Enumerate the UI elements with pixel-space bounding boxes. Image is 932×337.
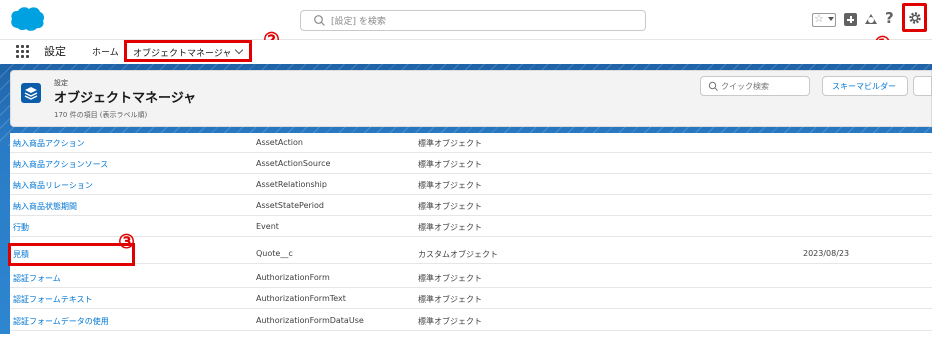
- annotation-step-3: ③: [118, 231, 136, 253]
- object-manager-icon: [21, 83, 41, 103]
- search-placeholder: [設定] を検索: [331, 17, 386, 27]
- app-navigation: 設定 ホーム オブジェクトマネージャ: [0, 40, 932, 64]
- quick-search-placeholder: クイック検索: [721, 82, 769, 91]
- api-name: AuthorizationForm: [256, 273, 330, 282]
- tab-object-manager[interactable]: オブジェクトマネージャ: [124, 40, 252, 62]
- object-type: 標準オブジェクト: [418, 181, 482, 190]
- quick-search-input[interactable]: クイック検索: [700, 76, 810, 96]
- api-name: Event: [256, 222, 279, 231]
- object-label-link[interactable]: 認証フォームデータの使用: [13, 316, 109, 327]
- table-row: 納入商品アクション AssetAction 標準オブジェクト: [10, 133, 932, 153]
- help-icon[interactable]: ?: [885, 9, 894, 27]
- table-row: 納入商品状態期間 AssetStatePeriod 標準オブジェクト: [10, 196, 932, 216]
- object-label-link[interactable]: 納入商品リレーション: [13, 180, 93, 191]
- search-icon: [708, 81, 718, 91]
- global-search-input[interactable]: [設定] を検索: [300, 10, 646, 31]
- create-menu-button[interactable]: [913, 76, 932, 96]
- api-name: AuthorizationFormDataUse: [256, 316, 364, 325]
- schema-builder-button[interactable]: スキーマビルダー: [822, 76, 908, 96]
- schema-builder-label: スキーマビルダー: [832, 82, 896, 91]
- app-launcher-icon[interactable]: [16, 45, 29, 58]
- favorites-button[interactable]: ☆: [812, 12, 836, 27]
- chevron-down-icon: [828, 17, 834, 21]
- object-type: 標準オブジェクト: [418, 160, 482, 169]
- table-row: 納入商品アクションソース AssetActionSource 標準オブジェクト: [10, 154, 932, 174]
- tab-object-manager-label: オブジェクトマネージャ: [133, 49, 232, 59]
- app-name: 設定: [44, 45, 66, 58]
- object-type: 標準オブジェクト: [418, 295, 482, 304]
- setup-gear-highlight: [902, 3, 927, 32]
- table-row: 納入商品リレーション AssetRelationship 標準オブジェクト: [10, 175, 932, 195]
- api-name: AssetActionSource: [256, 159, 331, 168]
- api-name: AssetStatePeriod: [256, 201, 324, 210]
- api-name: Quote__c: [256, 249, 293, 258]
- quote-row-highlight: [8, 243, 135, 266]
- object-label-link[interactable]: 認証フォーム: [13, 273, 61, 284]
- object-label-link[interactable]: 納入商品アクションソース: [13, 159, 108, 170]
- object-type: カスタムオブジェクト: [418, 250, 498, 259]
- object-type: 標準オブジェクト: [418, 274, 482, 283]
- global-header: [設定] を検索 ☆ ?: [0, 0, 932, 40]
- salesforce-logo[interactable]: [9, 6, 45, 32]
- object-type: 標準オブジェクト: [418, 139, 482, 148]
- last-modified: 2023/08/23: [803, 249, 850, 258]
- api-name: AssetAction: [256, 138, 303, 147]
- trailhead-icon[interactable]: [863, 11, 879, 27]
- table-row: 認証フォームテキスト AuthorizationFormText 標準オブジェク…: [10, 289, 932, 309]
- page-title: オブジェクトマネージャ: [54, 91, 197, 106]
- object-type: 標準オブジェクト: [418, 202, 482, 211]
- object-table: 納入商品アクション AssetAction 標準オブジェクト 納入商品アクション…: [10, 133, 932, 337]
- star-icon: ☆: [814, 12, 824, 25]
- table-row: 認証フォームデータの使用 AuthorizationFormDataUse 標準…: [10, 311, 932, 331]
- object-type: 標準オブジェクト: [418, 317, 482, 326]
- global-actions-plus-icon[interactable]: [844, 13, 857, 26]
- table-row: 行動 Event 標準オブジェクト: [10, 217, 932, 237]
- api-name: AuthorizationFormText: [256, 294, 346, 303]
- search-icon: [314, 15, 325, 26]
- object-label-link[interactable]: 納入商品状態期間: [13, 201, 77, 212]
- object-label-link[interactable]: 認証フォームテキスト: [13, 294, 93, 305]
- object-type: 標準オブジェクト: [418, 223, 482, 232]
- object-label-link[interactable]: 納入商品アクション: [13, 138, 85, 149]
- item-count: 170 件の項目 (表示ラベル順): [54, 111, 148, 119]
- api-name: AssetRelationship: [256, 180, 327, 189]
- table-row: 認証フォーム AuthorizationForm 標準オブジェクト: [10, 268, 932, 288]
- table-row: 見積 Quote__c カスタムオブジェクト 2023/08/23: [10, 244, 932, 264]
- gear-icon[interactable]: [908, 11, 922, 25]
- tab-home[interactable]: ホーム: [92, 45, 119, 58]
- chevron-down-icon[interactable]: [234, 45, 244, 55]
- object-label-link[interactable]: 行動: [13, 222, 29, 233]
